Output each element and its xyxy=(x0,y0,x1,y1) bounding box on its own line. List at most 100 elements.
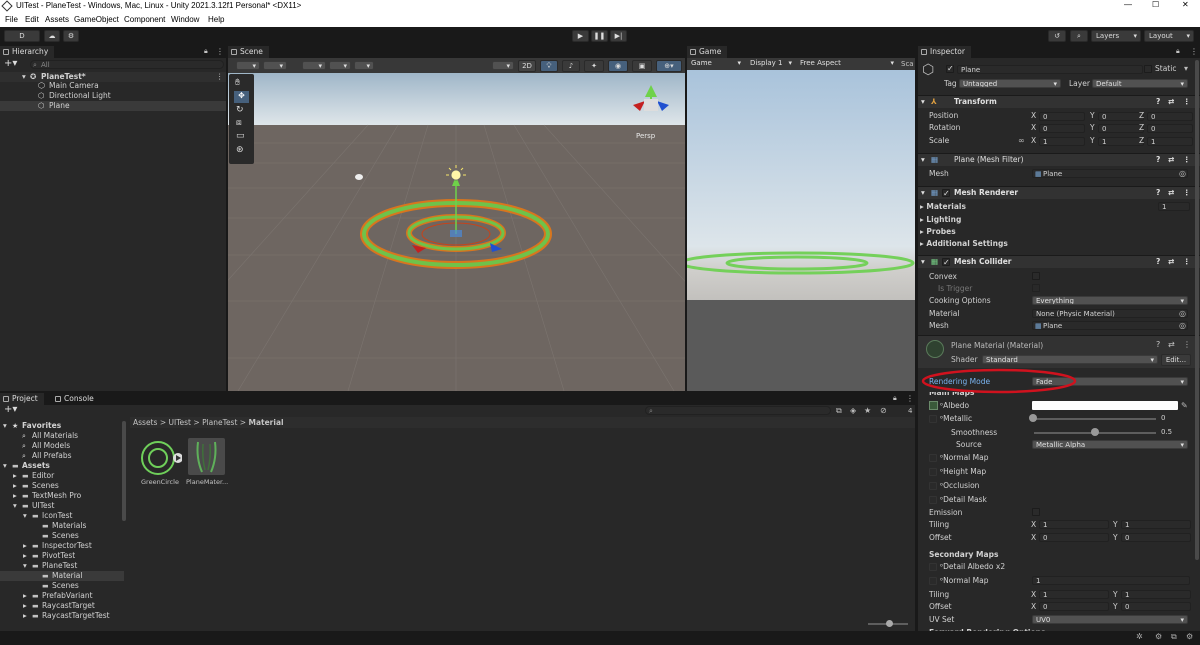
expand-arrow-icon[interactable]: ▸ xyxy=(23,601,27,611)
component-menu-icon[interactable]: ⋮ xyxy=(1183,96,1191,108)
link-icon[interactable]: ∞ xyxy=(1018,136,1025,145)
lighting-toggle-icon[interactable]: 💡︎ xyxy=(540,60,558,72)
favorite-icon[interactable]: ★ xyxy=(864,406,871,415)
project-tree-item[interactable]: ▬ Scenes xyxy=(0,531,124,541)
scale-z-field[interactable]: 1 xyxy=(1147,137,1193,146)
expand-arrow-icon[interactable]: ▾ xyxy=(3,461,7,471)
scale-y-field[interactable]: 1 xyxy=(1098,137,1144,146)
tab-console[interactable]: Console xyxy=(52,393,100,405)
search-by-label-icon[interactable]: ◈ xyxy=(850,406,856,415)
mesh-filter-header[interactable]: ▾ ▦ Plane (Mesh Filter) ? ⇄ ⋮ xyxy=(918,153,1200,166)
source-dropdown[interactable]: Metallic Alpha xyxy=(1032,440,1188,449)
breadcrumb-item-current[interactable]: Material xyxy=(248,418,283,427)
tiling-y-field[interactable]: 1 xyxy=(1121,520,1191,529)
search-by-type-icon[interactable]: ⧉ xyxy=(836,406,842,415)
offset-y-field[interactable]: 0 xyxy=(1121,533,1191,542)
step-button[interactable]: ▶| xyxy=(610,30,627,42)
pause-button[interactable]: ❚❚ xyxy=(591,30,608,42)
metallic-slider-thumb[interactable] xyxy=(1029,414,1037,422)
mesh-renderer-header[interactable]: ▾ ▦ Mesh Renderer ? ⇄ ⋮ xyxy=(918,186,1200,200)
occlusion-slot[interactable] xyxy=(929,482,937,490)
hierarchy-item-main-camera[interactable]: ⬡ Main Camera xyxy=(0,81,226,91)
tab-game[interactable]: Game xyxy=(687,46,728,58)
rect-tool-icon[interactable]: ▭ xyxy=(236,131,245,141)
albedo-color-swatch[interactable] xyxy=(1032,401,1178,410)
preset-icon[interactable]: ⇄ xyxy=(1168,256,1174,268)
project-tree-item[interactable]: ▾ ▬ UITest xyxy=(0,501,124,511)
preset-icon[interactable]: ⇄ xyxy=(1168,187,1174,199)
edit-shader-button[interactable]: Edit... xyxy=(1161,354,1191,366)
tag-dropdown[interactable]: Untagged xyxy=(959,79,1061,88)
help-icon[interactable]: ? xyxy=(1156,340,1160,349)
network-icon[interactable]: ⧉ xyxy=(1171,632,1177,642)
project-tree-item[interactable]: ▬ Scenes xyxy=(0,581,124,591)
mesh-field[interactable]: ▦ Plane xyxy=(1032,169,1188,178)
menu-component[interactable]: Component xyxy=(124,15,165,24)
height-map-slot[interactable] xyxy=(929,468,937,476)
albedo-texture-slot[interactable] xyxy=(929,401,938,410)
collab-icon[interactable]: ⚙ xyxy=(63,30,79,42)
shading-dropdown[interactable] xyxy=(492,61,514,70)
expand-arrow-icon[interactable]: ▸ xyxy=(23,591,27,601)
component-menu-icon[interactable]: ⋮ xyxy=(1183,154,1191,166)
project-tree-item[interactable]: ▬ Material xyxy=(0,571,124,581)
pos-y-field[interactable]: 0 xyxy=(1098,112,1144,121)
persp-label[interactable]: Persp xyxy=(636,132,655,140)
effects-toggle-icon[interactable]: ✦ xyxy=(584,60,604,72)
search-icon[interactable]: ⌕ xyxy=(1070,30,1088,42)
draw-mode-dropdown[interactable] xyxy=(236,61,260,70)
project-tree-item[interactable]: ▸ ▬ RaycastTarget xyxy=(0,601,124,611)
asset-item-planematerial[interactable]: PlaneMater... xyxy=(185,437,229,487)
lighting-foldout[interactable]: ▸ Lighting xyxy=(920,215,961,225)
expand-arrow-icon[interactable]: ▸ xyxy=(13,471,17,481)
expand-arrow-icon[interactable]: ▾ xyxy=(921,187,925,199)
expand-arrow-icon[interactable]: ▾ xyxy=(23,561,27,571)
cooking-options-dropdown[interactable]: Everything xyxy=(1032,296,1188,305)
normal-map2-field[interactable]: 1 xyxy=(1032,576,1190,585)
game-viewport[interactable] xyxy=(687,70,915,391)
project-tree-item[interactable]: ▸ ▬ PivotTest xyxy=(0,551,124,561)
project-search-input[interactable]: ⌕ xyxy=(645,406,831,415)
scale-label[interactable]: Sca xyxy=(901,60,914,68)
rot-y-field[interactable]: 0 xyxy=(1098,124,1144,133)
emission-checkbox[interactable] xyxy=(1032,508,1040,516)
static-checkbox[interactable] xyxy=(1144,65,1152,73)
expand-arrow-icon[interactable]: ▾ xyxy=(23,511,27,521)
visibility-icon[interactable]: ⊘ xyxy=(880,406,887,415)
tab-hierarchy[interactable]: Hierarchy xyxy=(0,46,55,58)
project-tree-item[interactable]: ▸ ▬ TextMesh Pro xyxy=(0,491,124,501)
project-tree-item[interactable]: ▸ ▬ InspectorTest xyxy=(0,541,124,551)
minimize-icon[interactable]: — xyxy=(1124,0,1132,9)
object-name-field[interactable]: Plane xyxy=(957,65,1143,74)
inspector-scrollbar[interactable] xyxy=(1195,60,1199,560)
menu-assets[interactable]: Assets xyxy=(45,15,69,24)
material-header[interactable]: Plane Material (Material) Shader Standar… xyxy=(918,335,1200,368)
project-tree-item[interactable]: ▾ ▬ IconTest xyxy=(0,511,124,521)
expand-arrow-icon[interactable]: ▾ xyxy=(921,96,925,108)
account-button[interactable]: D xyxy=(4,30,40,42)
project-tree-item[interactable]: ▸ ▬ RaycastTargetTest xyxy=(0,611,124,621)
object-picker-icon[interactable]: ◎ xyxy=(1179,321,1186,330)
eyedropper-icon[interactable]: ✎ xyxy=(1181,401,1188,410)
static-dropdown-icon[interactable]: ▾ xyxy=(1184,64,1188,73)
component-menu-icon[interactable]: ⋮ xyxy=(1183,340,1191,349)
component-menu-icon[interactable]: ⋮ xyxy=(1183,256,1191,268)
project-tree-scrollbar[interactable] xyxy=(122,421,126,521)
kebab-menu-icon[interactable]: ⋮ xyxy=(906,394,914,403)
project-tree-item[interactable]: ⌕ All Models xyxy=(0,441,124,451)
zoom-slider-thumb[interactable] xyxy=(886,620,893,627)
close-icon[interactable]: ✕ xyxy=(1182,0,1189,9)
smoothness-value-field[interactable]: 0.5 xyxy=(1158,428,1190,437)
tiling-x-field[interactable]: 1 xyxy=(1039,520,1109,529)
play-button[interactable]: ▶ xyxy=(572,30,589,42)
shader-dropdown[interactable]: Standard xyxy=(982,355,1158,364)
menu-window[interactable]: Window xyxy=(171,15,199,24)
help-icon[interactable]: ? xyxy=(1156,187,1160,199)
offset-x-field[interactable]: 0 xyxy=(1039,533,1109,542)
additional-settings-foldout[interactable]: ▸ Additional Settings xyxy=(920,239,1008,249)
lock-icon[interactable]: 🔒︎ xyxy=(204,47,208,56)
expand-arrow-icon[interactable]: ▸ xyxy=(23,611,27,621)
tiling2-x-field[interactable]: 1 xyxy=(1039,590,1109,599)
preset-icon[interactable]: ⇄ xyxy=(1168,154,1174,166)
layer-dropdown[interactable]: Default xyxy=(1092,79,1188,88)
